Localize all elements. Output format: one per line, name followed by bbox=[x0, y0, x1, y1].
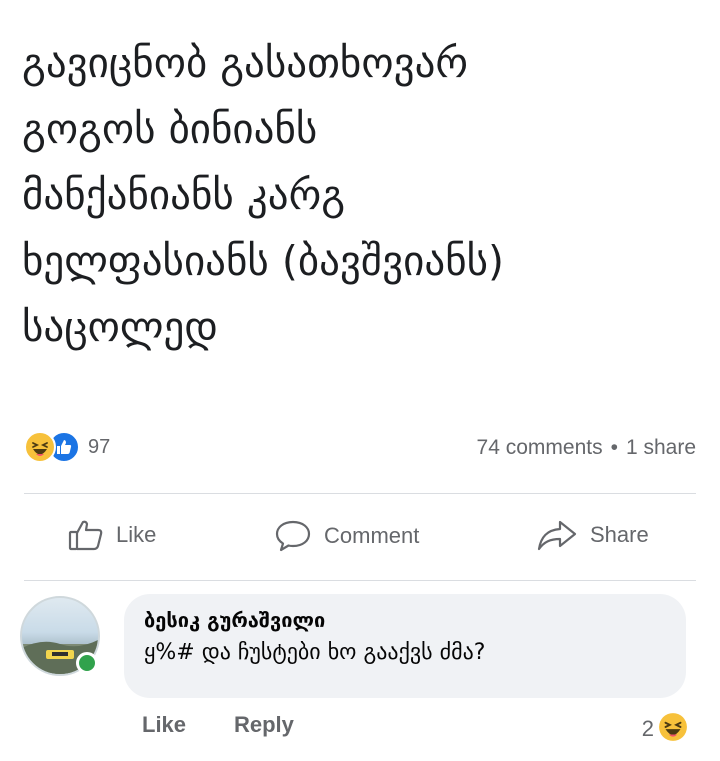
post-line: გავიცნობ გასათხოვარ bbox=[22, 39, 469, 87]
share-button[interactable]: Share bbox=[536, 519, 649, 551]
comment-like-button[interactable]: Like bbox=[142, 712, 186, 738]
haha-icon bbox=[24, 431, 56, 463]
stats-separator: • bbox=[610, 436, 618, 459]
comment-button[interactable]: Comment bbox=[274, 519, 419, 553]
share-icon bbox=[537, 520, 577, 551]
divider bbox=[24, 580, 696, 581]
share-label: Share bbox=[590, 522, 649, 547]
haha-icon bbox=[658, 712, 688, 746]
post-line: მანქანიანს კარგ bbox=[22, 171, 346, 219]
post-line: ხელფასიანს (ბავშვიანს) bbox=[22, 237, 505, 285]
thumbs-up-icon bbox=[68, 520, 103, 551]
divider bbox=[24, 493, 696, 494]
online-status-icon bbox=[76, 652, 98, 674]
comment-text: ყ%# და ჩუსტები ხო გააქვს ძმა? bbox=[144, 640, 486, 665]
like-button[interactable]: Like bbox=[68, 519, 156, 551]
comments-count[interactable]: 74 comments bbox=[477, 436, 603, 459]
comment-label: Comment bbox=[324, 523, 420, 548]
comment-bubble: ბესიკ გურაშვილი ყ%# და ჩუსტები ხო გააქვს… bbox=[124, 594, 686, 698]
reactions-summary[interactable]: 97 bbox=[24, 431, 110, 463]
post-line: საცოლედ bbox=[22, 303, 218, 351]
comment-reaction-count: 2 bbox=[641, 716, 654, 741]
comments-shares: 74 comments • 1 share bbox=[477, 436, 696, 460]
post-text: გავიცნობ გასათხოვარ გოგოს ბინიანს მანქან… bbox=[22, 30, 702, 360]
post-actions: Like Comment Share bbox=[24, 505, 696, 569]
comment-actions: Like Reply 2 bbox=[142, 712, 702, 746]
comment-reply-button[interactable]: Reply bbox=[234, 712, 294, 738]
like-label: Like bbox=[116, 522, 157, 547]
post-line: გოგოს ბინიანს bbox=[22, 105, 318, 153]
shares-count[interactable]: 1 share bbox=[626, 436, 696, 459]
post-stats: 97 74 comments • 1 share bbox=[24, 428, 696, 468]
comment-icon bbox=[275, 520, 311, 552]
comment: ბესიკ გურაშვილი ყ%# და ჩუსტები ხო გააქვს… bbox=[0, 590, 720, 710]
reactions-count: 97 bbox=[88, 435, 111, 458]
avatar[interactable] bbox=[20, 596, 100, 676]
comment-reactions[interactable]: 2 bbox=[642, 712, 688, 746]
comment-author[interactable]: ბესიკ გურაშვილი bbox=[144, 608, 666, 632]
